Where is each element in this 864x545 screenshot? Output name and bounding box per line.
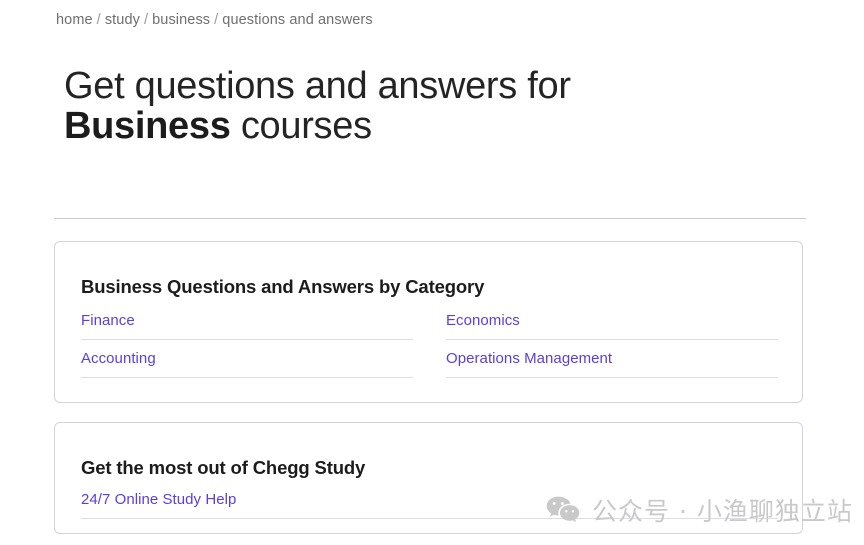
- category-row[interactable]: Economics: [446, 302, 778, 340]
- breadcrumb-separator: /: [143, 12, 149, 28]
- page-title-emphasis: Business: [64, 105, 231, 147]
- breadcrumb-item-business[interactable]: business: [152, 12, 210, 28]
- page-root: home / study / business / questions and answer…: [0, 0, 864, 545]
- page-title-line2-rest: courses: [230, 105, 372, 147]
- breadcrumb-item-home[interactable]: home: [56, 12, 93, 28]
- breadcrumb-item-study[interactable]: study: [105, 12, 140, 28]
- hero-heading: Get questions and answers for Business co…: [64, 66, 784, 146]
- category-column-left: Finance Accounting: [81, 302, 413, 378]
- promo-card-title: Get the most out of Chegg Study: [81, 457, 366, 479]
- breadcrumb: home / study / business / questions and answer…: [56, 12, 373, 28]
- breadcrumb-separator: /: [96, 12, 101, 28]
- breadcrumb-separator: /: [214, 12, 219, 28]
- page-title-line1: Get questions and answers for: [64, 65, 571, 107]
- page-title: Get questions and answers for Business co…: [64, 66, 784, 146]
- category-link-finance[interactable]: Finance: [81, 312, 135, 329]
- promo-link-online-study-help[interactable]: 24/7 Online Study Help: [81, 491, 236, 508]
- hero-divider: [54, 218, 806, 219]
- category-row[interactable]: Finance: [81, 302, 413, 340]
- list-item[interactable]: 24/7 Online Study Help: [81, 481, 778, 519]
- category-column-right: Economics Operations Management: [446, 302, 778, 378]
- category-link-accounting[interactable]: Accounting: [81, 350, 156, 367]
- breadcrumb-item-questions-and-answers: questions and answers: [222, 12, 373, 28]
- category-row[interactable]: Operations Management: [446, 340, 778, 378]
- category-link-economics[interactable]: Economics: [446, 312, 520, 329]
- promo-link-list: 24/7 Online Study Help: [81, 481, 778, 519]
- category-row[interactable]: Accounting: [81, 340, 413, 378]
- category-card-title: Business Questions and Answers by Catego…: [81, 276, 485, 298]
- promo-card: Get the most out of Chegg Study 24/7 Onl…: [54, 422, 803, 534]
- category-card: Business Questions and Answers by Catego…: [54, 241, 803, 403]
- category-grid: Finance Accounting Economics Operations …: [81, 302, 778, 378]
- category-link-operations-management[interactable]: Operations Management: [446, 350, 612, 367]
